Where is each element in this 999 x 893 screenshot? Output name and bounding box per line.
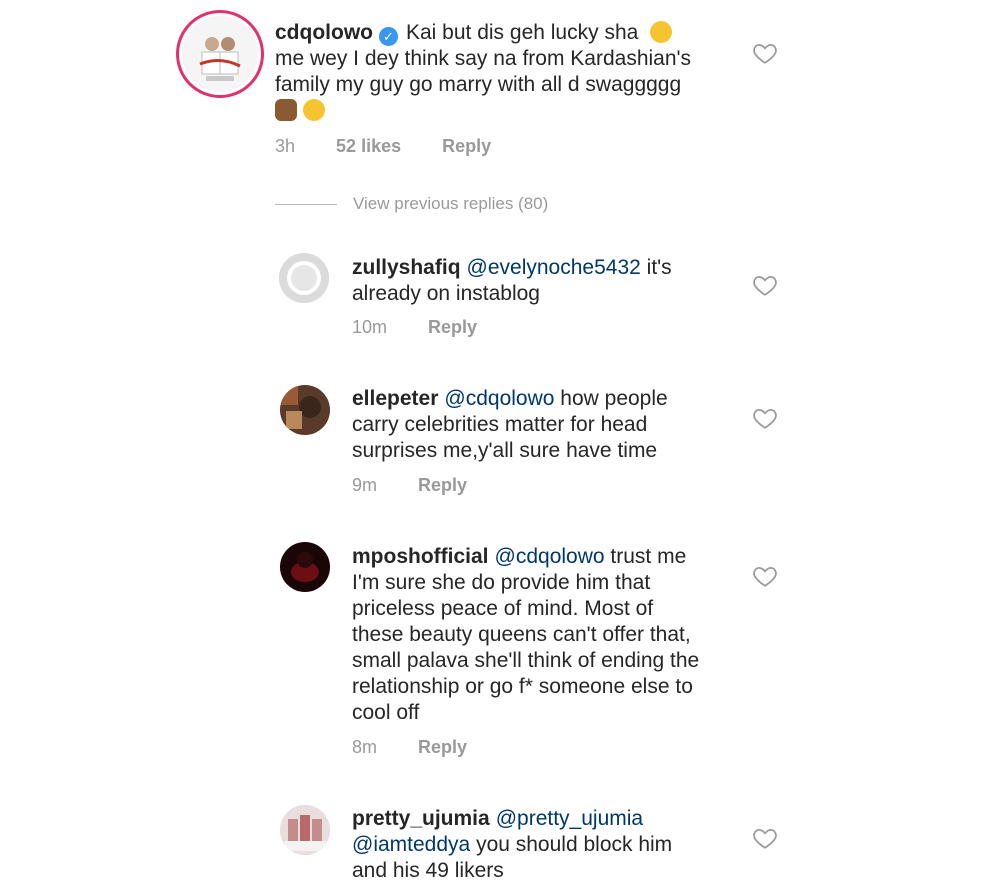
avatar[interactable] xyxy=(182,16,258,92)
comment-body: pretty_ujumia @pretty_ujumia @iamteddya y… xyxy=(352,806,752,884)
see-no-evil-monkey-emoji-icon xyxy=(275,99,297,121)
reply-button[interactable]: Reply xyxy=(428,317,477,338)
mention-link[interactable]: @evelynoche5432 xyxy=(467,256,641,279)
verified-badge-icon: ✓ xyxy=(379,27,398,46)
mention-link[interactable]: @cdqolowo xyxy=(495,545,605,568)
comment-text-line: family my guy go marry with all d swaggg… xyxy=(275,73,682,96)
comment-body: mposhofficial @cdqolowo trust me I'm sure… xyxy=(352,544,752,726)
comment-text-line: and his 49 likers xyxy=(352,859,504,882)
flushed-face-emoji-icon xyxy=(650,21,673,43)
comment-text: you should block him xyxy=(476,833,673,856)
view-previous-replies[interactable]: View previous replies (80) xyxy=(275,194,548,214)
comment-text-line: I'm sure she do provide him that xyxy=(352,571,651,594)
heart-outline-icon[interactable] xyxy=(752,40,778,66)
timestamp: 8m xyxy=(352,737,378,757)
timestamp: 9m xyxy=(352,475,378,495)
comment-text-line: already on instablog xyxy=(352,282,540,305)
heart-outline-icon[interactable] xyxy=(752,825,778,851)
comment-meta: 3h 52 likes Reply xyxy=(275,136,491,157)
comment-text-line: relationship or go f* someone else to xyxy=(352,675,693,698)
divider xyxy=(275,204,337,206)
comment-text: it's xyxy=(646,256,672,279)
username[interactable]: mposhofficial xyxy=(352,545,489,568)
view-previous-replies-label[interactable]: View previous replies (80) xyxy=(353,194,548,213)
comment-meta: 9m Reply xyxy=(352,475,467,496)
mention-link[interactable]: @iamteddya xyxy=(352,833,470,856)
comment-text-line: these beauty queens can't offer that, xyxy=(352,623,691,646)
reply-button[interactable]: Reply xyxy=(418,475,467,496)
comment-text: Kai but dis geh lucky sha xyxy=(406,21,639,44)
likes-count[interactable]: 52 likes xyxy=(336,136,401,157)
comment-text: how people xyxy=(560,387,668,410)
reply-button[interactable]: Reply xyxy=(418,737,467,758)
username[interactable]: zullyshafiq xyxy=(352,256,461,279)
username[interactable]: pretty_ujumia xyxy=(352,807,490,830)
avatar[interactable] xyxy=(279,253,329,303)
comment-body: zullyshafiq @evelynoche5432 it's already … xyxy=(352,255,752,307)
timestamp: 3h xyxy=(275,136,296,156)
comment-text-line: carry celebrities matter for head xyxy=(352,413,648,436)
comment-text-line: small palava she'll think of ending the xyxy=(352,649,700,672)
comment-meta: 10m Reply xyxy=(352,317,477,338)
heart-outline-icon[interactable] xyxy=(752,272,778,298)
reply-button[interactable]: Reply xyxy=(442,136,491,157)
comment-text-line: surprises me,y'all sure have time xyxy=(352,439,658,462)
comment-text-line: priceless peace of mind. Most of xyxy=(352,597,654,620)
comment-text: trust me xyxy=(610,545,687,568)
comment-text-line: me wey I dey think say na from Kardashia… xyxy=(275,47,692,70)
comment-text-line: cool off xyxy=(352,701,420,724)
comment-body: cdqolowo ✓ Kai but dis geh lucky sha me we… xyxy=(275,20,745,124)
heart-outline-icon[interactable] xyxy=(752,563,778,589)
mention-link[interactable]: @cdqolowo xyxy=(444,387,554,410)
avatar[interactable] xyxy=(280,385,330,435)
laughing-face-emoji-icon xyxy=(302,99,325,121)
username[interactable]: cdqolowo xyxy=(275,21,373,44)
avatar[interactable] xyxy=(280,805,330,855)
avatar[interactable] xyxy=(280,542,330,592)
username[interactable]: ellepeter xyxy=(352,387,438,410)
comment-meta: 8m Reply xyxy=(352,737,467,758)
comment-body: ellepeter @cdqolowo how people carry cele… xyxy=(352,386,752,464)
heart-outline-icon[interactable] xyxy=(752,405,778,431)
mention-link[interactable]: @pretty_ujumia xyxy=(496,807,643,830)
timestamp: 10m xyxy=(352,317,388,337)
